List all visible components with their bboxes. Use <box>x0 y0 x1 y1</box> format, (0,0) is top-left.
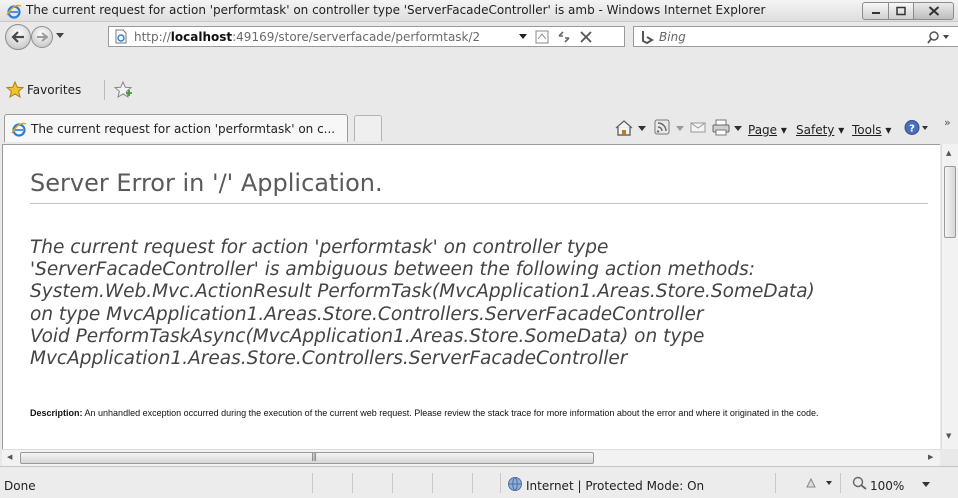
back-icon <box>11 31 24 43</box>
stop-icon[interactable] <box>577 28 595 46</box>
protected-mode-icon[interactable] <box>804 476 834 490</box>
home-dropdown-icon[interactable] <box>638 126 646 131</box>
close-icon <box>928 6 939 16</box>
error-line: System.Web.Mvc.ActionResult PerformTask(… <box>30 281 815 303</box>
status-divider <box>392 473 393 493</box>
zoom-dropdown-icon[interactable] <box>922 482 930 487</box>
status-divider <box>472 473 473 493</box>
zoom-icon[interactable] <box>852 476 868 490</box>
page-icon <box>115 29 127 44</box>
svg-text:?: ? <box>909 124 915 135</box>
favorites-bar: Favorites <box>0 76 958 106</box>
print-icon[interactable] <box>712 119 730 136</box>
scroll-left-icon[interactable]: ◀ <box>7 453 12 461</box>
heading-divider <box>30 203 928 204</box>
add-favorites-icon[interactable] <box>114 81 134 98</box>
bing-icon <box>642 31 654 45</box>
toolbar-overflow-icon[interactable]: » <box>944 116 951 129</box>
home-icon[interactable] <box>614 119 634 137</box>
favorites-separator <box>104 80 105 100</box>
maximize-button[interactable] <box>888 2 914 20</box>
error-line: The current request for action 'performt… <box>30 237 609 258</box>
status-divider <box>352 473 353 493</box>
tools-menu[interactable]: Tools ▾ <box>852 123 891 137</box>
feeds-icon[interactable] <box>654 119 670 135</box>
minimize-button[interactable] <box>862 2 889 20</box>
status-divider <box>312 473 313 493</box>
page-title: Server Error in '/' Application. <box>30 169 383 197</box>
error-line: 'ServerFacadeController' is ambiguous be… <box>30 259 755 281</box>
description-label: Description: <box>30 408 83 418</box>
feeds-dropdown-icon[interactable] <box>676 126 684 131</box>
address-url[interactable]: http://localhost:49169/store/serverfacad… <box>134 30 480 44</box>
favorites-button[interactable]: Favorites <box>27 83 81 97</box>
ie-logo-icon <box>6 4 22 19</box>
scroll-grip-icon: ||| <box>311 452 317 461</box>
error-line: MvcApplication1.Areas.Store.Controllers.… <box>30 348 628 370</box>
error-line: on type MvcApplication1.Areas.Store.Cont… <box>30 303 704 325</box>
search-placeholder[interactable]: Bing <box>659 30 686 44</box>
compatibility-view-icon[interactable] <box>533 28 551 46</box>
close-button[interactable] <box>913 2 954 20</box>
status-divider <box>840 473 841 493</box>
help-icon[interactable]: ? <box>904 119 930 136</box>
safety-menu[interactable]: Safety ▾ <box>796 123 844 137</box>
back-button[interactable] <box>5 24 31 50</box>
zoom-level[interactable]: 100% <box>870 479 904 493</box>
vertical-scroll-thumb[interactable] <box>944 166 956 238</box>
status-divider <box>500 473 501 493</box>
horizontal-scrollbar[interactable]: ◀ ||| ▶ <box>2 449 940 466</box>
maximize-icon <box>896 6 906 16</box>
recent-pages-dropdown[interactable] <box>56 33 64 38</box>
new-tab-button[interactable] <box>354 115 382 141</box>
title-bar: The current request for action 'performt… <box>0 0 958 22</box>
ie-page-icon <box>11 122 27 137</box>
error-description: Description: An unhandled exception occu… <box>30 407 920 419</box>
globe-icon <box>508 477 522 491</box>
read-mail-icon[interactable] <box>690 119 706 135</box>
page-menu[interactable]: Page ▾ <box>748 123 787 137</box>
error-message: The current request for action 'performt… <box>30 237 935 370</box>
error-line: Void PerformTaskAsync(MvcApplication1.Ar… <box>30 325 705 347</box>
search-box[interactable]: Bing <box>633 26 958 47</box>
security-zone-text[interactable]: Internet | Protected Mode: On <box>526 479 704 493</box>
description-text: An unhandled exception occurred during t… <box>84 408 819 418</box>
window-title: The current request for action 'performt… <box>26 3 766 17</box>
scroll-right-icon[interactable]: ▶ <box>928 453 933 461</box>
navigation-bar: http://localhost:49169/store/serverfacad… <box>0 22 958 50</box>
vertical-scrollbar[interactable]: ▲ ▼ <box>941 144 958 449</box>
address-dropdown-icon[interactable] <box>519 34 527 39</box>
forward-icon <box>37 32 48 42</box>
minimize-icon <box>871 12 880 14</box>
refresh-icon[interactable] <box>555 28 573 46</box>
page-content: Server Error in '/' Application. The cur… <box>2 144 940 449</box>
tab-current-page[interactable]: The current request for action 'performt… <box>4 114 348 142</box>
status-divider <box>432 473 433 493</box>
horizontal-scroll-thumb[interactable]: ||| <box>20 452 594 464</box>
tab-row: The current request for action 'performt… <box>0 106 958 142</box>
status-bar: Done Internet | Protected Mode: On 100% <box>0 466 958 498</box>
scroll-up-icon[interactable]: ▲ <box>946 149 951 157</box>
address-bar[interactable]: http://localhost:49169/store/serverfacad… <box>108 26 625 47</box>
forward-button[interactable] <box>31 26 53 48</box>
status-text: Done <box>4 479 36 493</box>
search-icon[interactable] <box>927 30 949 44</box>
print-dropdown-icon[interactable] <box>734 126 742 131</box>
favorites-star-icon <box>6 81 24 98</box>
scroll-down-icon[interactable]: ▼ <box>946 432 951 440</box>
status-divider <box>775 473 776 493</box>
tab-title: The current request for action 'performt… <box>31 122 336 136</box>
